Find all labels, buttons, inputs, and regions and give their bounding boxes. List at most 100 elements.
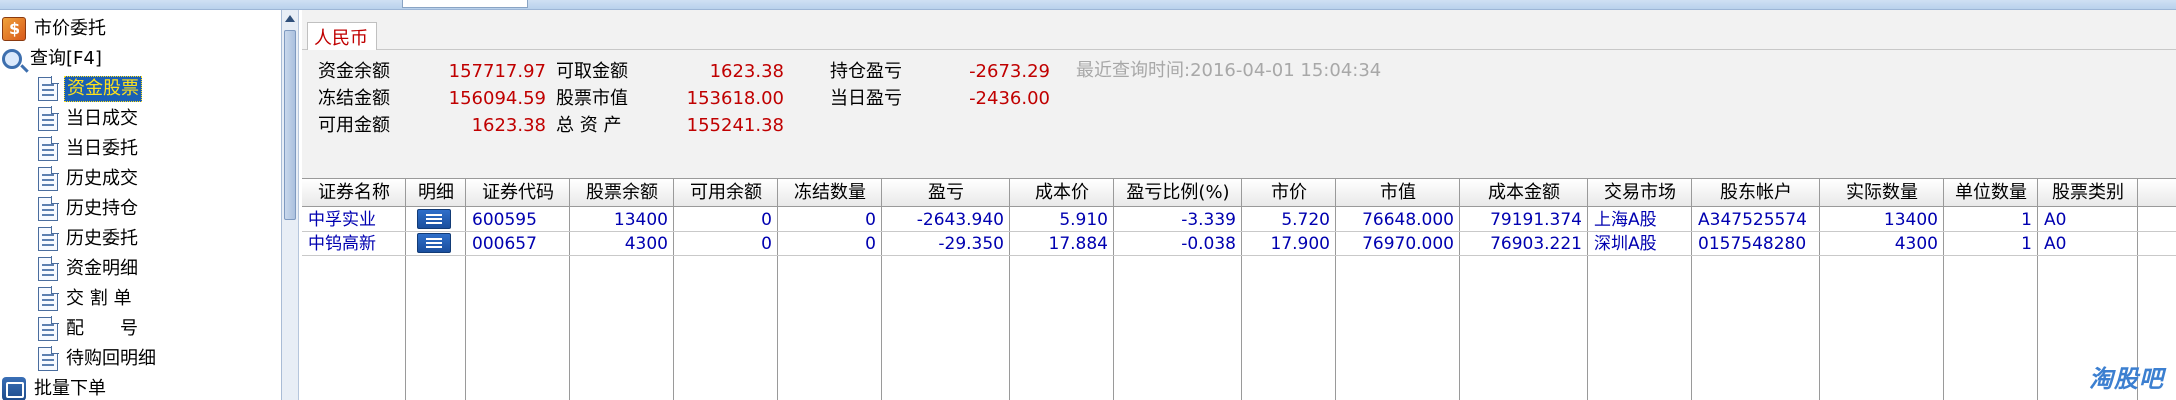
cell-stock-type: A0 — [2044, 234, 2067, 254]
cell-exchange: 上海A股 — [1594, 210, 1657, 230]
cell-security-name: 中孚实业 — [308, 210, 376, 230]
tree-item-label: 查询[F4] — [30, 48, 102, 69]
column-header-shareholder-account[interactable]: 股东帐户 — [1692, 179, 1820, 207]
cell-cost-price: 5.910 — [1059, 210, 1108, 230]
tree-item-label: 当日成交 — [66, 108, 138, 129]
tree-item-history-positions[interactable]: 历史持仓 — [38, 194, 140, 224]
summary-label: 可用金额 — [318, 115, 390, 136]
summary-label: 持仓盈亏 — [830, 61, 902, 82]
cell-available-balance: 0 — [761, 210, 772, 230]
tree-item-label: 市价委托 — [34, 18, 106, 39]
account-summary: 资金余额 157717.97 冻结金额 156094.59 可用金额 1623.… — [302, 50, 2176, 178]
tree-item-label: 资金股票 — [64, 76, 142, 102]
stock-code-input[interactable] — [402, 0, 528, 8]
tree-item-settlement[interactable]: 交 割 单 — [38, 284, 133, 314]
document-icon — [38, 256, 59, 281]
cell-security-code: 000657 — [472, 234, 537, 254]
document-icon — [38, 166, 59, 191]
cell-exchange: 深圳A股 — [1594, 234, 1657, 254]
tree-item-label: 资金明细 — [66, 258, 138, 279]
column-header-security-code[interactable]: 证券代码 — [466, 179, 570, 207]
tree-item-today-orders[interactable]: 当日委托 — [38, 134, 140, 164]
cell-market-value: 76970.000 — [1362, 234, 1454, 254]
cell-shareholder-account: A347525574 — [1698, 210, 1807, 230]
tree-item-repurchase-details[interactable]: 待购回明细 — [38, 344, 158, 374]
summary-label: 股票市值 — [556, 88, 628, 109]
tree-item-label: 交 割 单 — [66, 288, 132, 309]
tree-item-allotment-number[interactable]: 配 号 — [38, 314, 140, 344]
cell-available-balance: 0 — [761, 234, 772, 254]
tree-item-funds-stocks[interactable]: 资金股票 — [38, 74, 142, 104]
tree-item-history-trades[interactable]: 历史成交 — [38, 164, 140, 194]
column-header-unit-qty[interactable]: 单位数量 — [1944, 179, 2038, 207]
document-icon — [38, 196, 59, 221]
content-panel: 人民币 资金余额 157717.97 冻结金额 156094.59 可用金额 1… — [302, 10, 2176, 400]
column-header-stock-balance[interactable]: 股票余额 — [570, 179, 674, 207]
summary-label: 资金余额 — [318, 61, 390, 82]
cell-actual-qty: 13400 — [1883, 210, 1938, 230]
cell-market-price: 17.900 — [1270, 234, 1330, 254]
cell-pl-ratio: -3.339 — [1181, 210, 1236, 230]
detail-list-icon[interactable] — [417, 233, 451, 253]
document-icon — [38, 136, 59, 161]
tree-item-history-orders[interactable]: 历史委托 — [38, 224, 140, 254]
tab-rmb[interactable]: 人民币 — [307, 22, 377, 50]
column-header-stock-type[interactable]: 股票类别 — [2038, 179, 2138, 207]
cell-actual-qty: 4300 — [1894, 234, 1938, 254]
column-header-security-name[interactable]: 证券名称 — [302, 179, 406, 207]
tree-item-label: 历史成交 — [66, 168, 138, 189]
summary-value: -2673.29 — [969, 61, 1050, 82]
cell-unit-qty: 1 — [2021, 210, 2032, 230]
column-header-cost-price[interactable]: 成本价 — [1010, 179, 1114, 207]
column-header-available-balance[interactable]: 可用余额 — [674, 179, 778, 207]
scrollbar-thumb[interactable] — [284, 30, 296, 220]
tree-item-query[interactable]: 查询[F4] — [2, 44, 104, 74]
positions-table: 证券名称 明细 证券代码 股票余额 可用余额 冻结数量 盈亏 成本价 盈亏比例(%) 市价 市值 成本… — [302, 178, 2176, 400]
column-header-actual-qty[interactable]: 实际数量 — [1820, 179, 1944, 207]
cell-cost-price: 17.884 — [1048, 234, 1108, 254]
document-icon — [38, 346, 59, 371]
document-icon — [38, 106, 59, 131]
tree-item-label: 待购回明细 — [66, 348, 156, 369]
column-header-cost-amount[interactable]: 成本金额 — [1460, 179, 1588, 207]
column-header-detail[interactable]: 明细 — [406, 179, 466, 207]
column-header-frozen-qty[interactable]: 冻结数量 — [778, 179, 882, 207]
document-icon — [38, 286, 59, 311]
tree-item-label: 配 号 — [66, 318, 138, 339]
tab-label: 人民币 — [314, 27, 368, 49]
document-icon — [38, 316, 59, 341]
summary-value: 156094.59 — [448, 88, 546, 109]
column-header-market-value[interactable]: 市值 — [1336, 179, 1460, 207]
detail-list-icon[interactable] — [417, 209, 451, 229]
column-header-exchange[interactable]: 交易市场 — [1588, 179, 1692, 207]
cell-stock-balance: 13400 — [613, 210, 668, 230]
summary-value: 1623.38 — [709, 61, 784, 82]
column-header-pl-ratio[interactable]: 盈亏比例(%) — [1114, 179, 1242, 207]
tree-item-label: 当日委托 — [66, 138, 138, 159]
cell-market-value: 76648.000 — [1362, 210, 1454, 230]
column-header-profit-loss[interactable]: 盈亏 — [882, 179, 1010, 207]
cell-frozen-qty: 0 — [865, 210, 876, 230]
cell-pl-ratio: -0.038 — [1181, 234, 1236, 254]
currency-tabbar: 人民币 — [302, 10, 2176, 50]
cell-cost-amount: 76903.221 — [1490, 234, 1582, 254]
summary-value: 1623.38 — [471, 115, 546, 136]
cell-shareholder-account: 0157548280 — [1698, 234, 1807, 254]
summary-value: 157717.97 — [448, 61, 546, 82]
cell-profit-loss: -2643.940 — [916, 210, 1004, 230]
tree-item-market-order[interactable]: 市价委托 — [2, 14, 108, 44]
tree-scrollbar[interactable] — [282, 10, 299, 400]
column-header-market-price[interactable]: 市价 — [1242, 179, 1336, 207]
function-tree: 市价委托 查询[F4] 资金股票 当日成交 当日委托 历史成交 历史持仓 历史委… — [0, 10, 282, 400]
magnifier-icon — [2, 49, 22, 69]
batch-order-icon — [2, 377, 26, 400]
cell-market-price: 5.720 — [1281, 210, 1330, 230]
tree-item-batch-order[interactable]: 批量下单 — [2, 374, 108, 400]
cell-cost-amount: 79191.374 — [1490, 210, 1582, 230]
cell-stock-type: A0 — [2044, 210, 2067, 230]
tree-item-fund-details[interactable]: 资金明细 — [38, 254, 140, 284]
scroll-up-arrow-icon[interactable] — [284, 13, 296, 25]
tree-item-today-trades[interactable]: 当日成交 — [38, 104, 140, 134]
toolbar-strip — [0, 0, 2176, 10]
document-icon — [38, 226, 59, 251]
